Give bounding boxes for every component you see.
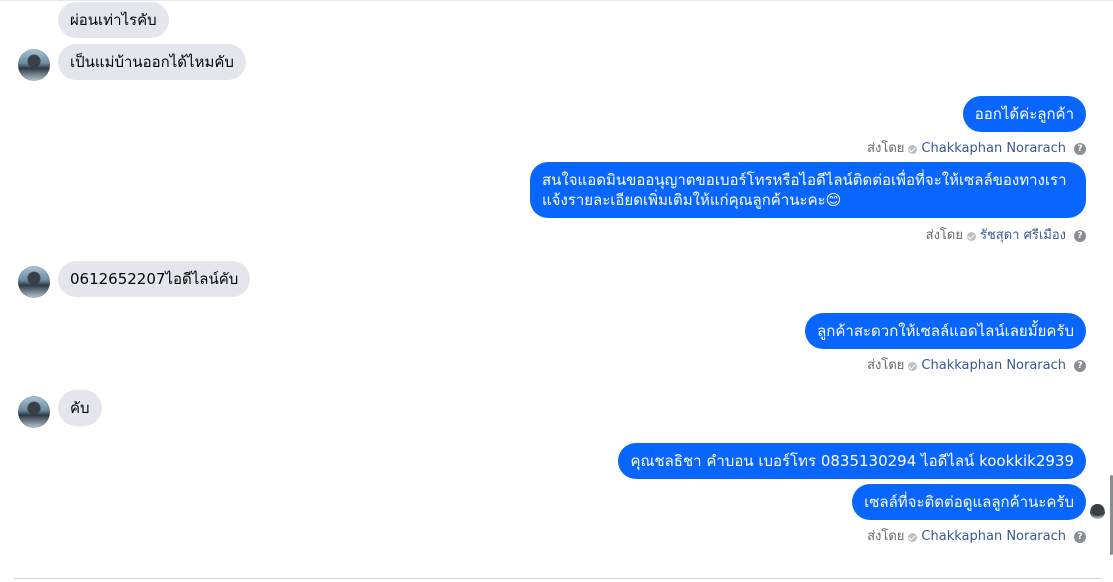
contact-avatar[interactable]	[18, 49, 50, 81]
sent-by-label: ส่งโดย Chakkaphan Norarach ?	[867, 358, 1086, 374]
message-bubble-incoming[interactable]: เป็นแม่บ้านออกได้ไหมคับ	[58, 44, 246, 80]
message-bubble-outgoing[interactable]: เซลล์ที่จะติดต่อดูแลลูกค้านะครับ	[852, 484, 1086, 520]
check-icon	[908, 361, 918, 371]
message-bubble-outgoing[interactable]: คุณชลธิชา คำบอน เบอร์โทร 0835130294 ไอดี…	[618, 443, 1086, 479]
sent-by-prefix: ส่งโดย	[867, 529, 905, 544]
message-bubble-outgoing[interactable]: ลูกค้าสะดวกให้เซลล์แอดไลน์เลยมั้ยครับ	[805, 313, 1086, 349]
message-bubble-incoming[interactable]: คับ	[58, 390, 102, 426]
sender-name[interactable]: Chakkaphan Norarach	[921, 358, 1066, 374]
message-bubble-outgoing[interactable]: สนใจแอดมินขออนุญาตขอเบอร์โทรหรือไอดีไลน์…	[530, 162, 1086, 218]
sent-by-label: ส่งโดย Chakkaphan Norarach ?	[867, 141, 1086, 157]
seen-avatar	[1090, 504, 1105, 519]
check-icon	[908, 144, 918, 154]
sender-name[interactable]: Chakkaphan Norarach	[921, 529, 1066, 545]
sender-name[interactable]: Chakkaphan Norarach	[921, 141, 1066, 157]
sent-by-label: ส่งโดย Chakkaphan Norarach ?	[867, 529, 1086, 545]
sent-by-prefix: ส่งโดย	[867, 358, 905, 373]
contact-avatar[interactable]	[18, 266, 50, 298]
check-icon	[908, 532, 918, 542]
top-divider	[0, 0, 1113, 1]
sent-by-prefix: ส่งโดย	[925, 228, 963, 243]
contact-avatar[interactable]	[18, 396, 50, 428]
check-icon	[966, 231, 976, 241]
help-icon[interactable]: ?	[1074, 230, 1086, 242]
message-bubble-incoming[interactable]: ผ่อนเท่าไรคับ	[58, 2, 169, 38]
help-icon[interactable]: ?	[1074, 143, 1086, 155]
message-bubble-incoming[interactable]: 0612652207ไอดีไลน์คับ	[58, 261, 251, 297]
sender-name[interactable]: รัชสุดา ศรีเมือง	[980, 228, 1066, 244]
help-icon[interactable]: ?	[1074, 531, 1086, 543]
composer-divider	[14, 578, 1101, 579]
help-icon[interactable]: ?	[1074, 360, 1086, 372]
message-bubble-outgoing[interactable]: ออกได้ค่ะลูกค้า	[962, 96, 1086, 132]
sent-by-label: ส่งโดย รัชสุดา ศรีเมือง ?	[926, 228, 1086, 244]
sent-by-prefix: ส่งโดย	[867, 141, 905, 156]
